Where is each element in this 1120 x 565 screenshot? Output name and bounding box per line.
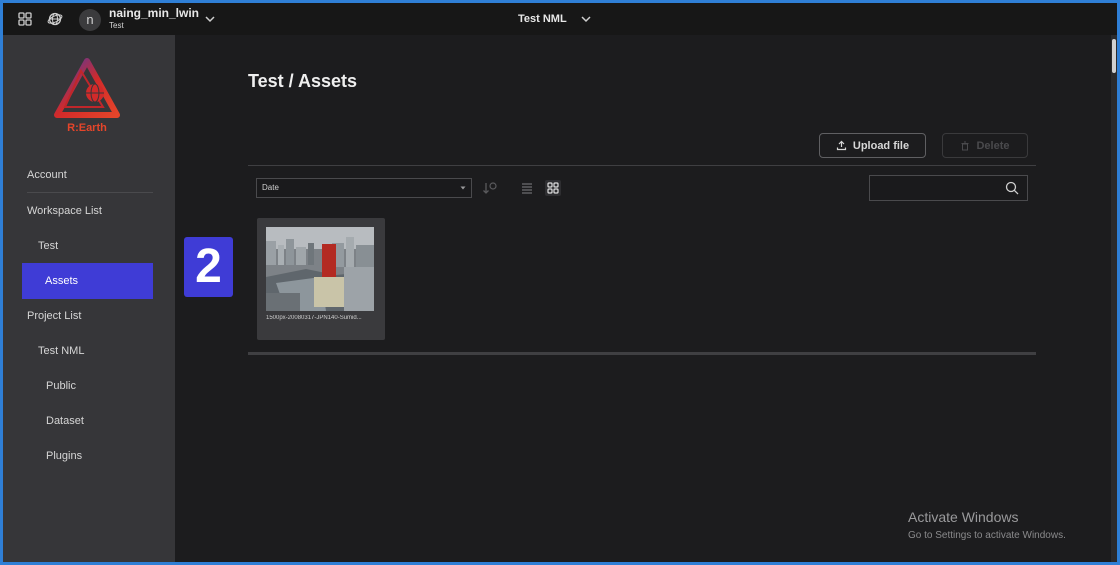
list-view-icon[interactable] xyxy=(519,180,535,196)
activate-windows-title: Activate Windows xyxy=(908,509,1019,525)
sidebar-item-test-nml[interactable]: Test NML xyxy=(38,333,153,369)
avatar[interactable]: n xyxy=(79,9,101,31)
sidebar-item-plugins[interactable]: Plugins xyxy=(46,438,153,474)
sidebar-item-project-list[interactable]: Project List xyxy=(27,298,153,334)
caret-down-icon xyxy=(460,186,466,190)
sidebar-item-account[interactable]: Account xyxy=(27,157,153,193)
asset-card[interactable]: 1500px-20080317-JPN140-Sumid... xyxy=(257,218,385,340)
page-title: Test / Assets xyxy=(248,71,358,91)
scrollbar[interactable] xyxy=(1111,35,1117,562)
asset-name: 1500px-20080317-JPN140-Sumid... xyxy=(266,315,362,321)
sidebar-item-public[interactable]: Public xyxy=(46,368,153,404)
sidebar: R:Earth Account Workspace List Test Asse… xyxy=(3,35,175,562)
grid-view-icon[interactable] xyxy=(545,180,561,196)
delete-button[interactable]: Delete xyxy=(942,133,1028,158)
chevron-down-icon[interactable] xyxy=(579,12,593,26)
delete-label: Delete xyxy=(976,139,1010,152)
asset-thumbnail[interactable] xyxy=(266,227,374,311)
project-title[interactable]: Test NML xyxy=(518,13,567,25)
user-name[interactable]: naing_min_lwin xyxy=(109,6,199,20)
sidebar-item-assets[interactable]: Assets xyxy=(22,263,153,299)
step-badge: 2 xyxy=(184,237,233,297)
activate-windows-subtitle: Go to Settings to activate Windows. xyxy=(908,530,1066,541)
toolbar-divider xyxy=(248,165,1036,166)
sort-order-icon[interactable] xyxy=(482,180,498,196)
main-content: Test / Assets Upload file Delete Date 2 … xyxy=(175,35,1117,562)
chevron-down-icon[interactable] xyxy=(203,12,217,26)
sidebar-item-test[interactable]: Test xyxy=(38,228,153,264)
top-bar: n naing_min_lwin Test Test NML xyxy=(3,3,1117,35)
globe-icon[interactable] xyxy=(47,11,63,27)
reearth-logo[interactable]: R:Earth xyxy=(51,57,123,135)
apps-grid-icon[interactable] xyxy=(17,11,33,27)
workspace-name: Test xyxy=(109,21,124,30)
sidebar-item-dataset[interactable]: Dataset xyxy=(46,403,153,439)
logo-text: R:Earth xyxy=(67,122,107,134)
sidebar-item-workspace-list[interactable]: Workspace List xyxy=(27,193,153,229)
list-bottom-divider xyxy=(248,352,1036,355)
upload-file-label: Upload file xyxy=(852,139,910,152)
sort-select[interactable]: Date xyxy=(256,178,472,198)
upload-file-button[interactable]: Upload file xyxy=(819,133,926,158)
trash-icon xyxy=(961,141,969,150)
sort-select-value: Date xyxy=(262,183,279,192)
upload-icon xyxy=(836,140,846,151)
scrollbar-thumb[interactable] xyxy=(1112,39,1116,73)
search-input[interactable] xyxy=(869,175,1028,201)
search-icon[interactable] xyxy=(1005,181,1019,195)
app-window: n naing_min_lwin Test Test NML R:Earth A… xyxy=(0,0,1120,565)
